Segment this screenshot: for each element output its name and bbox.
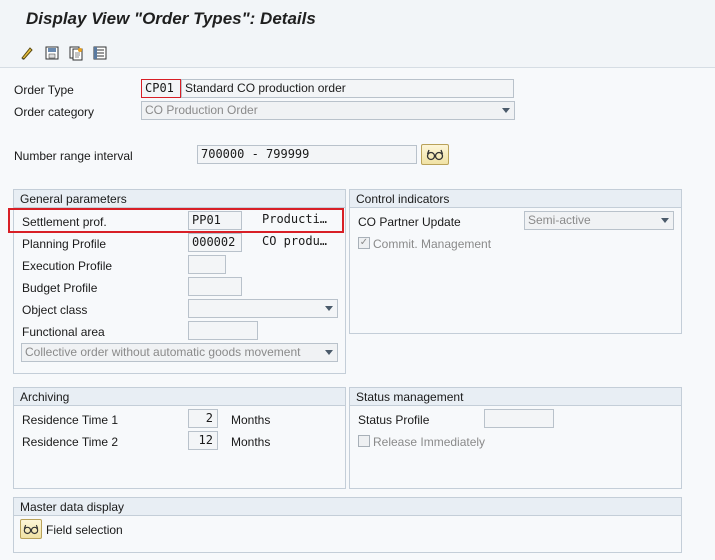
co-partner-update-label: CO Partner Update (358, 215, 461, 229)
details-icon[interactable] (91, 44, 108, 61)
functional-area-field[interactable] (188, 321, 258, 340)
order-type-label: Order Type (14, 83, 74, 97)
status-profile-label: Status Profile (358, 413, 430, 427)
execution-profile-field[interactable] (188, 255, 226, 274)
order-category-value: CO Production Order (145, 103, 258, 117)
order-category-select[interactable]: CO Production Order (141, 101, 515, 120)
planning-profile-description: CO produ… (262, 234, 328, 248)
residence-time-1-label: Residence Time 1 (22, 413, 119, 427)
edit-icon[interactable] (19, 44, 36, 61)
residence-time-2-unit: Months (231, 435, 271, 449)
budget-profile-label: Budget Profile (22, 281, 98, 295)
title-bar: Display View "Order Types": Details (0, 0, 715, 38)
number-range-button[interactable] (421, 144, 449, 165)
number-range-field: 700000 - 799999 (197, 145, 417, 164)
settlement-profile-field[interactable]: PP01 (188, 211, 242, 230)
co-partner-update-select[interactable]: Semi-active (524, 211, 674, 230)
glasses-icon (426, 149, 444, 160)
general-parameters-title: General parameters (14, 190, 345, 208)
copy-icon[interactable] (67, 44, 84, 61)
budget-profile-field[interactable] (188, 277, 242, 296)
chevron-down-icon (325, 306, 333, 311)
residence-time-1-field[interactable]: 2 (188, 409, 218, 428)
master-data-display-title: Master data display (14, 498, 681, 516)
order-type-description: Standard CO production order (181, 79, 514, 98)
execution-profile-label: Execution Profile (22, 259, 113, 273)
status-management-title: Status management (350, 388, 681, 406)
settlement-profile-description: Producti… (262, 212, 328, 226)
planning-profile-label: Planning Profile (22, 237, 107, 251)
functional-area-label: Functional area (22, 325, 105, 339)
order-type-field[interactable]: CP01 (141, 79, 181, 98)
save-icon[interactable] (43, 44, 60, 61)
commit-management-label: Commit. Management (373, 237, 492, 251)
control-indicators-title: Control indicators (350, 190, 681, 208)
glasses-icon (23, 524, 39, 534)
number-range-label: Number range interval (14, 149, 133, 163)
field-selection-button[interactable] (20, 519, 42, 539)
co-partner-update-value: Semi-active (528, 213, 591, 227)
page-title: Display View "Order Types": Details (26, 9, 316, 28)
release-immediately-checkbox[interactable] (358, 435, 370, 447)
collective-order-select[interactable]: Collective order without automatic goods… (21, 343, 338, 362)
chevron-down-icon (661, 218, 669, 223)
residence-time-2-label: Residence Time 2 (22, 435, 119, 449)
archiving-title: Archiving (14, 388, 345, 406)
residence-time-2-field[interactable]: 12 (188, 431, 218, 450)
collective-order-value: Collective order without automatic goods… (25, 345, 301, 359)
commit-management-checkbox[interactable]: ✓ (358, 237, 370, 249)
release-immediately-label: Release Immediately (373, 435, 486, 449)
residence-time-1-unit: Months (231, 413, 271, 427)
object-class-select[interactable] (188, 299, 338, 318)
chevron-down-icon (502, 108, 510, 113)
settlement-profile-label: Settlement prof. (22, 215, 107, 229)
object-class-label: Object class (22, 303, 88, 317)
field-selection-label: Field selection (46, 523, 123, 537)
chevron-down-icon (325, 350, 333, 355)
planning-profile-field[interactable]: 000002 (188, 233, 242, 252)
toolbar (0, 38, 715, 68)
order-category-label: Order category (14, 105, 95, 119)
status-profile-field[interactable] (484, 409, 554, 428)
